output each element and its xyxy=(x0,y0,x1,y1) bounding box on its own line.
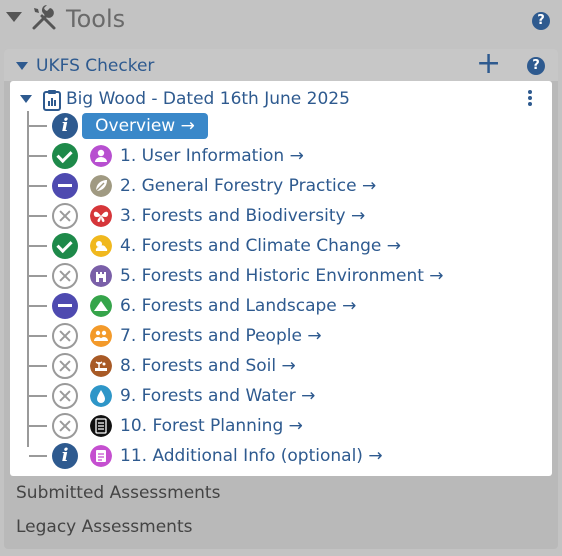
tree-connector xyxy=(29,335,47,337)
sun-cloud-icon xyxy=(90,235,112,257)
tree-connector xyxy=(29,185,47,187)
assessment-root[interactable]: Big Wood - Dated 16th June 2025 xyxy=(10,87,552,111)
tree-connector xyxy=(29,425,47,427)
section-label[interactable]: 4. Forests and Climate Change → xyxy=(120,235,401,257)
not-started-icon xyxy=(52,413,78,439)
partial-status-icon xyxy=(52,173,78,199)
section-row[interactable]: 9. Forests and Water → xyxy=(10,381,552,411)
soil-icon xyxy=(90,355,112,377)
tree-connector xyxy=(29,275,47,277)
section-label[interactable]: 11. Additional Info (optional) → xyxy=(120,445,383,467)
section-row[interactable]: 10. Forest Planning → xyxy=(10,411,552,441)
not-started-icon xyxy=(52,203,78,229)
people-icon xyxy=(90,325,112,347)
more-options-icon[interactable] xyxy=(526,89,534,107)
section-row[interactable]: 1. User Information → xyxy=(10,141,552,171)
legacy-assessments-link[interactable]: Legacy Assessments xyxy=(16,516,192,538)
section-row[interactable]: 2. General Forestry Practice → xyxy=(10,171,552,201)
section-label[interactable]: 3. Forests and Biodiversity → xyxy=(120,205,365,227)
clipboard-chart-icon xyxy=(43,90,61,111)
not-started-icon xyxy=(52,263,78,289)
section-label[interactable]: 1. User Information → xyxy=(120,145,304,167)
section-row[interactable]: 4. Forests and Climate Change → xyxy=(10,231,552,261)
tree-connector xyxy=(29,155,47,157)
not-started-icon xyxy=(52,383,78,409)
tree-connector xyxy=(29,455,47,457)
checker-help-icon[interactable]: ? xyxy=(527,57,545,75)
info-status-icon: i xyxy=(52,443,78,469)
tree-connector xyxy=(29,125,47,127)
overview-button[interactable]: Overview → xyxy=(82,113,208,139)
collapse-caret-icon[interactable] xyxy=(6,12,22,22)
complete-check-icon xyxy=(52,233,78,259)
mountain-icon xyxy=(90,295,112,317)
checklist-icon xyxy=(90,415,112,437)
collapse-caret-icon[interactable] xyxy=(16,62,28,70)
wrench-screwdriver-icon xyxy=(32,5,56,30)
section-label[interactable]: 9. Forests and Water → xyxy=(120,385,315,407)
section-label[interactable]: 8. Forests and Soil → xyxy=(120,355,296,377)
add-assessment-button[interactable]: + xyxy=(476,49,501,79)
section-label[interactable]: 2. General Forestry Practice → xyxy=(120,175,376,197)
section-label[interactable]: 5. Forests and Historic Environment → xyxy=(120,265,444,287)
submitted-assessments-link[interactable]: Submitted Assessments xyxy=(16,482,220,504)
assessment-title: Big Wood - Dated 16th June 2025 xyxy=(66,89,350,109)
leaf-icon xyxy=(90,175,112,197)
tree-connector xyxy=(29,245,47,247)
tree-connector xyxy=(29,305,47,307)
water-drop-icon xyxy=(90,385,112,407)
section-row[interactable]: 6. Forests and Landscape → xyxy=(10,291,552,321)
section-row[interactable]: 8. Forests and Soil → xyxy=(10,351,552,381)
butterfly-icon xyxy=(90,205,112,227)
section-label[interactable]: 7. Forests and People → xyxy=(120,325,322,347)
tree-connector xyxy=(29,365,47,367)
partial-status-icon xyxy=(52,293,78,319)
section-row[interactable]: i 11. Additional Info (optional) → xyxy=(10,441,552,471)
section-row[interactable]: 7. Forests and People → xyxy=(10,321,552,351)
castle-icon xyxy=(90,265,112,287)
ukfs-checker-header[interactable]: UKFS Checker + ? xyxy=(4,49,558,81)
section-label[interactable]: 6. Forests and Landscape → xyxy=(120,295,356,317)
tools-header[interactable]: Tools ? xyxy=(0,0,562,40)
overview-row: i Overview → xyxy=(10,111,552,141)
not-started-icon xyxy=(52,353,78,379)
section-row[interactable]: 3. Forests and Biodiversity → xyxy=(10,201,552,231)
assessment-tree: Big Wood - Dated 16th June 2025 i Overvi… xyxy=(10,81,552,476)
collapse-caret-icon[interactable] xyxy=(20,95,32,103)
ukfs-checker-panel: UKFS Checker + ? Big Wood - Dated 16th J… xyxy=(4,49,558,549)
tree-connector xyxy=(29,395,47,397)
tools-title: Tools xyxy=(66,5,126,33)
user-icon xyxy=(90,145,112,167)
tree-connector xyxy=(29,215,47,217)
not-started-icon xyxy=(52,323,78,349)
section-row[interactable]: 5. Forests and Historic Environment → xyxy=(10,261,552,291)
section-label[interactable]: 10. Forest Planning → xyxy=(120,415,303,437)
complete-check-icon xyxy=(52,143,78,169)
info-status-icon: i xyxy=(52,113,78,139)
tools-help-icon[interactable]: ? xyxy=(532,12,550,30)
document-icon xyxy=(90,445,112,467)
ukfs-checker-title: UKFS Checker xyxy=(36,56,155,76)
